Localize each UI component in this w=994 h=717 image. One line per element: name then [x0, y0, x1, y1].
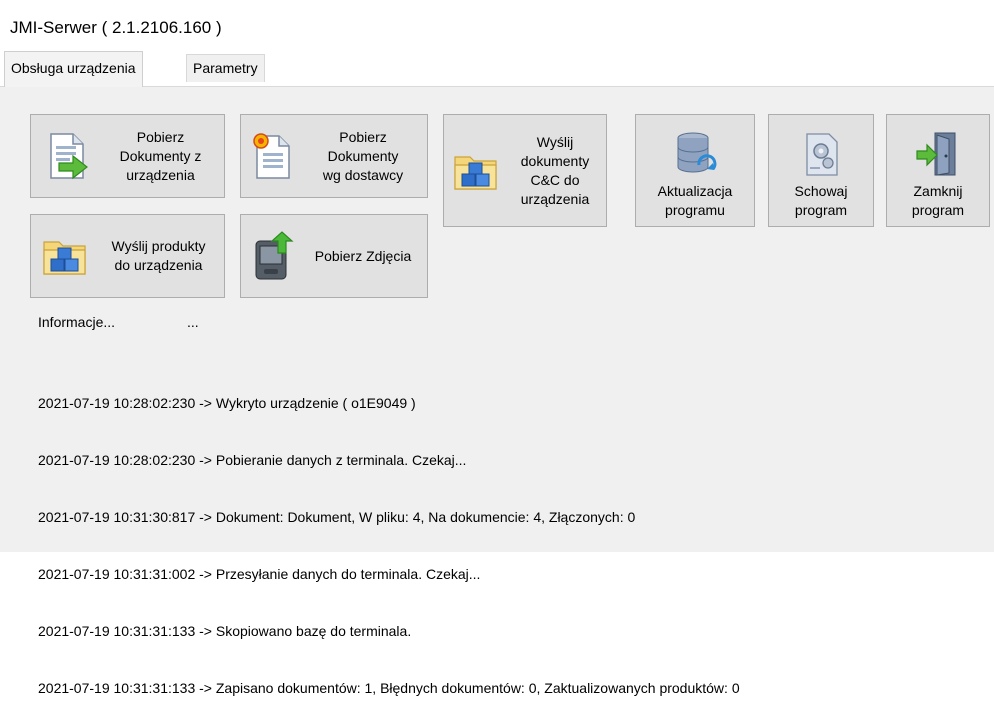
window-title: JMI-Serwer ( 2.1.2106.160 ) — [10, 18, 222, 37]
get-photos-button[interactable]: Pobierz Zdjęcia — [240, 214, 428, 298]
title-bar: JMI-Serwer ( 2.1.2106.160 ) — [0, 0, 994, 50]
close-program-button[interactable]: Zamknij program — [886, 114, 990, 227]
log-line: 2021-07-19 10:28:02:230 -> Wykryto urząd… — [38, 395, 416, 411]
get-documents-supplier-button[interactable]: Pobierz Dokumenty wg dostawcy — [240, 114, 428, 198]
tab-strip — [0, 50, 994, 88]
send-cc-documents-label: Wyślij dokumenty C&C do urządzenia — [520, 133, 590, 207]
log-line: 2021-07-19 10:31:31:133 -> Skopiowano ba… — [38, 623, 412, 639]
door-exit-icon — [915, 126, 961, 182]
tab-device-service[interactable]: Obsługa urządzenia — [4, 51, 143, 87]
hide-program-label: Schowaj program — [794, 182, 848, 218]
device-upload-icon — [247, 231, 299, 281]
log-line: 2021-07-19 10:31:31:133 -> Zapisano doku… — [38, 680, 740, 696]
hide-program-button[interactable]: Schowaj program — [768, 114, 874, 227]
get-photos-label: Pobierz Zdjęcia — [314, 247, 412, 264]
info-label: Informacje... — [38, 314, 116, 330]
info-value: ... — [187, 314, 199, 330]
database-refresh-icon — [673, 126, 717, 182]
send-cc-documents-button[interactable]: Wyślij dokumenty C&C do urządzenia — [443, 114, 607, 227]
send-products-button[interactable]: Wyślij produkty do urządzenia — [30, 214, 225, 298]
send-products-label: Wyślij produkty do urządzenia — [111, 238, 206, 273]
log-line: 2021-07-19 10:31:31:002 -> Przesyłanie d… — [38, 566, 481, 582]
update-program-label: Aktualizacja programu — [657, 182, 733, 218]
get-documents-label: Pobierz Dokumenty z urządzenia — [119, 128, 202, 183]
log-output: 2021-07-19 10:28:02:230 -> Wykryto urząd… — [38, 356, 740, 717]
log-line: 2021-07-19 10:31:30:817 -> Dokument: Dok… — [38, 509, 636, 525]
tab-parameters[interactable]: Parametry — [186, 54, 265, 82]
folder-boxes-icon — [448, 149, 504, 193]
close-program-label: Zamknij program — [911, 182, 965, 218]
update-program-button[interactable]: Aktualizacja programu — [635, 114, 755, 227]
document-new-icon — [245, 131, 299, 181]
document-import-icon — [37, 131, 97, 181]
folder-boxes-icon — [37, 234, 93, 278]
get-documents-supplier-label: Pobierz Dokumenty wg dostawcy — [322, 128, 404, 183]
log-line: 2021-07-19 10:28:02:230 -> Pobieranie da… — [38, 452, 467, 468]
settings-document-icon — [799, 126, 843, 182]
get-documents-button[interactable]: Pobierz Dokumenty z urządzenia — [30, 114, 225, 198]
